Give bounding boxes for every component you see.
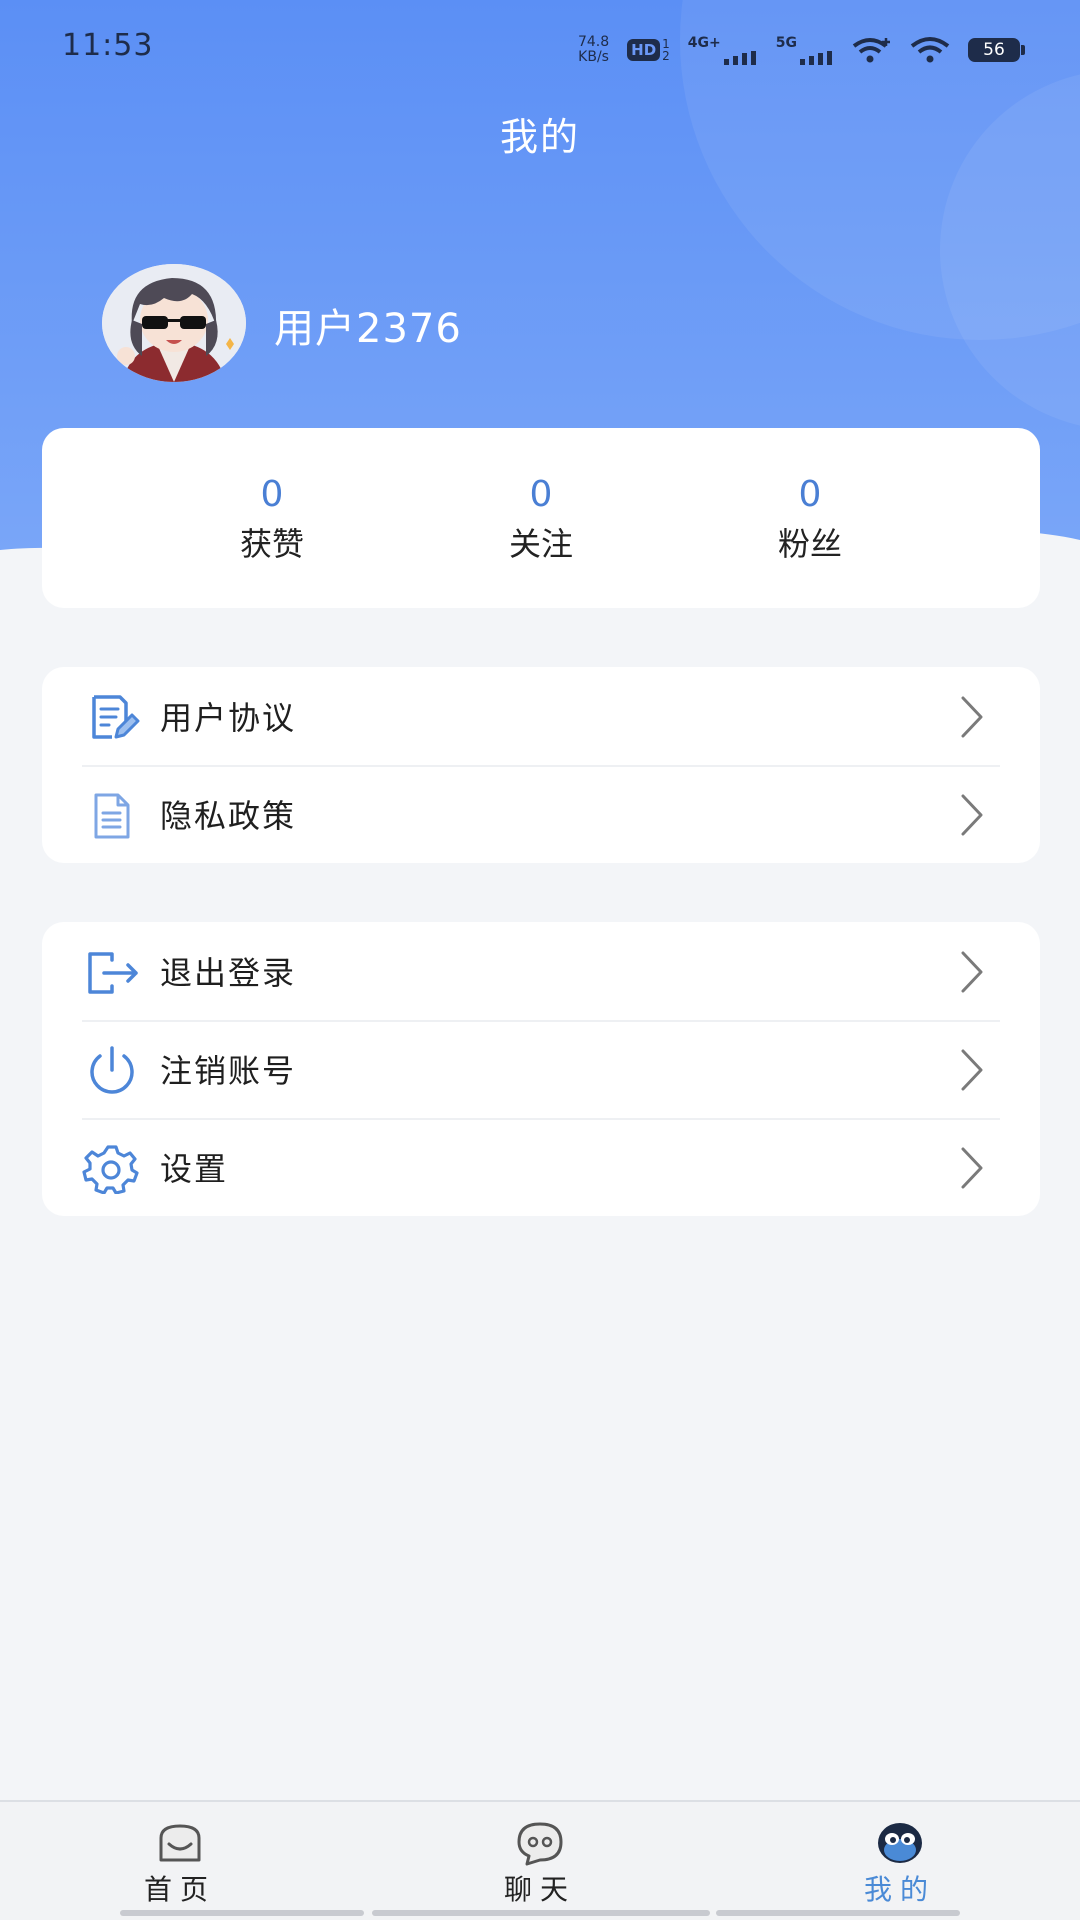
home-face-icon <box>159 1824 201 1862</box>
network-speed-value: 74.8 <box>577 34 610 50</box>
chevron-right-icon <box>961 951 983 993</box>
status-icons: 74.8 KB/s HD 1 2 4G+ 5G 56 <box>578 30 1025 70</box>
status-time: 11:53 <box>62 28 154 63</box>
hd-badge: HD 1 2 <box>627 38 670 62</box>
tab-home-label: 首页 <box>143 1873 216 1906</box>
network-speed: 74.8 KB/s <box>578 35 609 65</box>
menu-group-account: 退出登录 注销账号 设置 <box>42 922 1040 1216</box>
menu-item-privacy-policy[interactable]: 隐私政策 <box>42 765 1040 863</box>
stat-likes-label: 获赞 <box>239 525 304 563</box>
stat-likes-value: 0 <box>260 474 284 515</box>
power-icon <box>90 1046 134 1094</box>
chevron-right-icon <box>961 1049 983 1091</box>
signal-4g-label: 4G+ <box>687 35 721 51</box>
username[interactable]: 用户2376 <box>274 296 462 354</box>
stat-likes[interactable]: 0 获赞 <box>172 472 372 566</box>
signal-5g-label: 5G <box>775 35 797 51</box>
wifi-plus-icon <box>852 38 890 63</box>
avatar[interactable] <box>102 264 246 382</box>
gear-icon <box>82 1145 139 1194</box>
signal-bars-icon <box>800 51 832 65</box>
signal-4g-icon: 4G+ <box>688 35 758 65</box>
tab-mine-label: 我的 <box>863 1873 936 1906</box>
hd-sub-bottom: 2 <box>662 49 670 63</box>
chat-face-icon <box>517 1822 563 1866</box>
nav-divider <box>716 1910 960 1916</box>
status-bar: 11:53 74.8 KB/s HD 1 2 4G+ 5G 56 <box>0 0 1080 96</box>
tab-chat[interactable]: 聊天 <box>440 1802 640 1920</box>
page-title: 我的 <box>499 115 580 159</box>
document-icon <box>94 793 130 839</box>
menu-group-agreements: 用户协议 隐私政策 <box>42 667 1040 863</box>
menu-label-settings: 设置 <box>160 1150 229 1188</box>
menu-item-settings[interactable]: 设置 <box>42 1118 1040 1216</box>
hd-sub: 1 2 <box>662 38 670 62</box>
wifi-icon <box>910 37 950 63</box>
bottom-navigation: 首页 聊天 我的 <box>0 1800 1080 1920</box>
stat-following-label: 关注 <box>508 525 573 563</box>
tab-home[interactable]: 首页 <box>80 1802 280 1920</box>
chevron-right-icon <box>961 1147 983 1189</box>
menu-item-logout[interactable]: 退出登录 <box>42 922 1040 1020</box>
tab-mine[interactable]: 我的 <box>800 1802 1000 1920</box>
stats-card: 0 获赞 0 关注 0 粉丝 <box>42 428 1040 608</box>
network-speed-unit: KB/s <box>578 49 609 65</box>
stat-followers[interactable]: 0 粉丝 <box>710 472 910 566</box>
menu-label-user-agreement: 用户协议 <box>160 699 297 737</box>
menu-label-logout: 退出登录 <box>160 954 297 992</box>
stat-followers-label: 粉丝 <box>777 525 842 563</box>
tab-chat-label: 聊天 <box>503 1873 576 1906</box>
logout-icon <box>88 952 138 994</box>
profile-face-icon <box>878 1823 922 1863</box>
signal-5g-icon: 5G <box>776 35 834 65</box>
chevron-right-icon <box>961 794 983 836</box>
nav-divider <box>372 1910 710 1916</box>
signal-bars-icon <box>723 51 756 65</box>
avatar-image <box>102 264 246 382</box>
stat-followers-value: 0 <box>798 474 822 515</box>
stat-following[interactable]: 0 关注 <box>441 472 641 566</box>
menu-label-delete-account: 注销账号 <box>160 1052 297 1090</box>
menu-item-delete-account[interactable]: 注销账号 <box>42 1020 1040 1118</box>
hd-label: HD <box>627 39 661 61</box>
stat-following-value: 0 <box>529 474 553 515</box>
menu-item-user-agreement[interactable]: 用户协议 <box>42 667 1040 765</box>
agreement-icon <box>92 695 140 739</box>
menu-label-privacy-policy: 隐私政策 <box>160 797 297 835</box>
nav-divider <box>120 1910 364 1916</box>
chevron-right-icon <box>961 696 983 738</box>
battery-icon: 56 <box>968 38 1025 62</box>
